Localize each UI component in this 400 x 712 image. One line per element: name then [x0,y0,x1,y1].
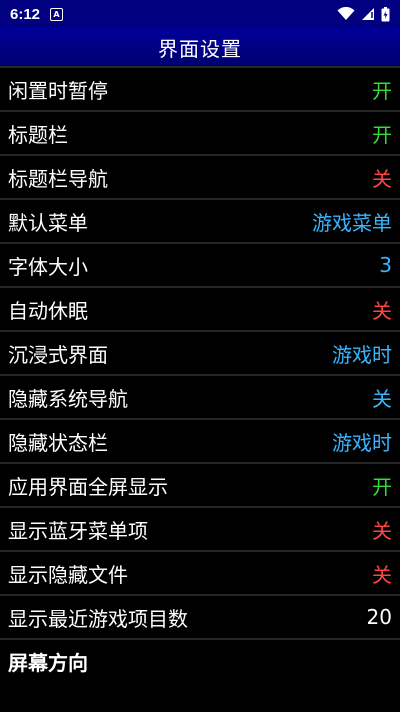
section-header-orientation: 屏幕方向 [0,638,400,682]
setting-row[interactable]: 应用界面全屏显示 开 [0,462,400,506]
setting-row[interactable]: 标题栏导航 关 [0,154,400,198]
setting-row[interactable]: 沉浸式界面 游戏时 [0,330,400,374]
setting-label: 应用界面全屏显示 [8,474,168,499]
setting-row[interactable]: 字体大小 3 [0,242,400,286]
setting-label: 默认菜单 [8,210,88,235]
setting-row[interactable]: 标题栏 开 [0,110,400,154]
setting-row[interactable]: 自动休眠 关 [0,286,400,330]
setting-row[interactable]: 隐藏状态栏 游戏时 [0,418,400,462]
setting-label: 标题栏 [8,122,68,147]
setting-value: 开 [372,78,392,103]
setting-label: 隐藏状态栏 [8,430,108,455]
signal-icon [362,8,374,20]
setting-label: 显示隐藏文件 [8,562,128,587]
title-bar: 界面设置 [0,28,400,66]
status-icons [337,6,390,22]
setting-label: 隐藏系统导航 [8,386,128,411]
section-header-label: 屏幕方向 [8,650,88,675]
setting-label: 字体大小 [8,254,88,279]
setting-value: 3 [379,253,392,277]
notification-icon: A [50,7,64,21]
setting-value: 开 [372,474,392,499]
setting-label: 显示蓝牙菜单项 [8,518,148,543]
status-bar: 6:12 A [0,0,400,28]
setting-label: 自动休眠 [8,298,88,323]
settings-list: 闲置时暂停开标题栏开标题栏导航关默认菜单 游戏菜单 字体大小 3 自动休眠关沉浸式界面游… [0,66,400,682]
battery-icon [381,6,390,21]
setting-row[interactable]: 闲置时暂停 开 [0,66,400,110]
setting-row[interactable]: 默认菜单 游戏菜单 [0,198,400,242]
setting-value: 关 [372,298,392,323]
setting-label: 沉浸式界面 [8,342,108,367]
setting-row[interactable]: 显示最近游戏项目数 20 [0,594,400,638]
setting-row[interactable]: 隐藏系统导航 关 [0,374,400,418]
setting-label: 显示最近游戏项目数 [8,606,188,631]
setting-row[interactable]: 显示蓝牙菜单项 关 [0,506,400,550]
setting-value: 关 [372,518,392,543]
wifi-icon [337,7,355,20]
setting-value: 游戏时 [332,430,392,455]
setting-row[interactable]: 显示隐藏文件 关 [0,550,400,594]
setting-value: 开 [372,122,392,147]
setting-value: 游戏菜单 [312,210,392,235]
setting-value: 关 [372,166,392,191]
setting-value: 关 [372,562,392,587]
setting-value: 20 [366,605,392,629]
setting-label: 闲置时暂停 [8,78,108,103]
setting-value: 游戏时 [332,342,392,367]
page-title: 界面设置 [158,36,242,61]
status-time: 6:12 [10,5,41,23]
setting-value: 关 [372,386,392,411]
setting-label: 标题栏导航 [8,166,108,191]
